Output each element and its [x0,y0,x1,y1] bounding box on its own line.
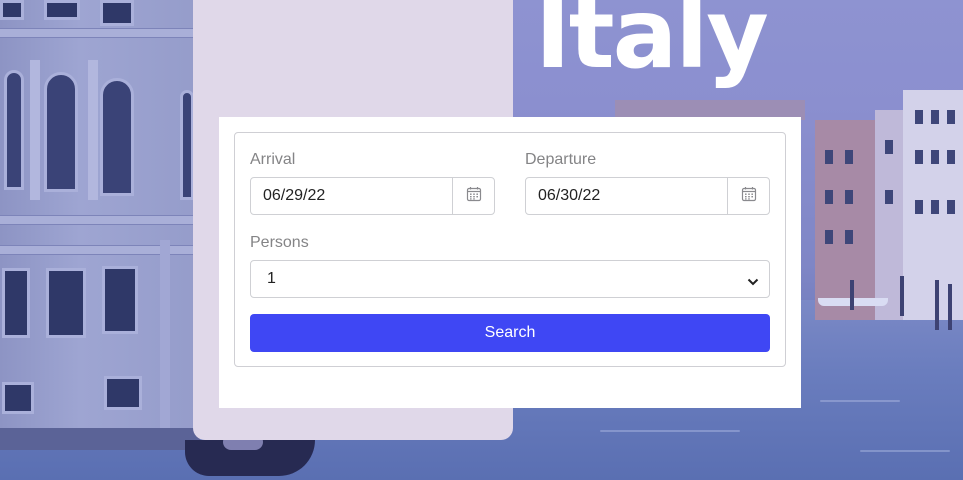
page-title: Italy [535,0,769,90]
departure-calendar-button[interactable] [727,178,769,214]
calendar-icon [741,186,757,207]
canal-buildings [805,80,963,320]
departure-date-field[interactable]: 06/30/22 [525,177,770,215]
booking-form: Arrival 06/29/22 Departure 06/30/22 Pers… [234,132,786,367]
arrival-calendar-button[interactable] [452,178,494,214]
booking-card: Arrival 06/29/22 Departure 06/30/22 Pers… [219,117,801,408]
arrival-label: Arrival [250,151,296,168]
persons-label: Persons [250,234,309,251]
persons-selected-value: 1 [267,270,276,287]
calendar-icon [466,186,482,207]
arrival-date-field[interactable]: 06/29/22 [250,177,495,215]
palazzo-facade [0,0,200,450]
gondola [185,434,315,476]
departure-label: Departure [525,151,597,168]
persons-select[interactable]: 1 [250,260,770,298]
departure-date-value[interactable]: 06/30/22 [526,178,727,214]
chevron-down-icon [747,274,759,292]
arrival-date-value[interactable]: 06/29/22 [251,178,452,214]
search-button[interactable]: Search [250,314,770,352]
